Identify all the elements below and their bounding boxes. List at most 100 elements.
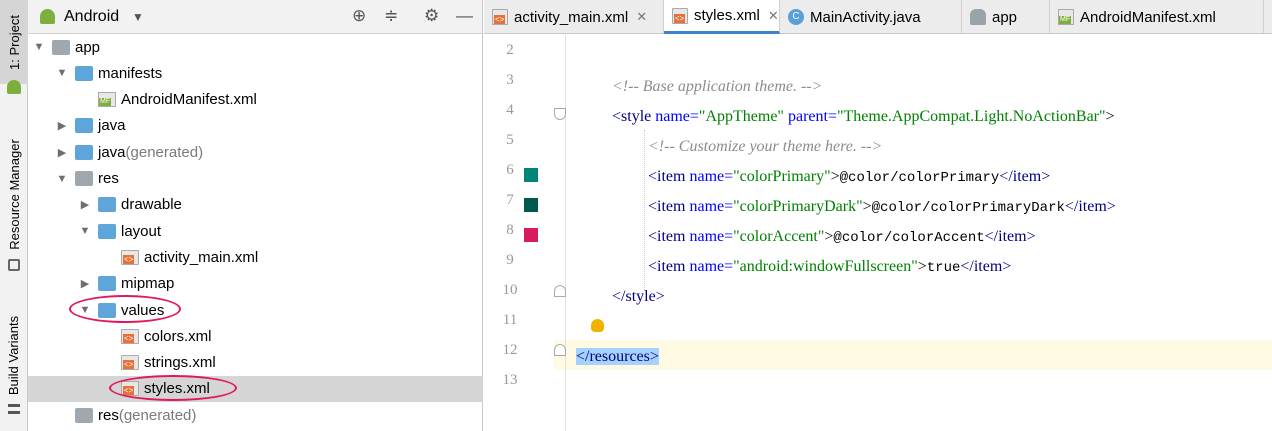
- tree-item[interactable]: AndroidManifest.xml: [28, 87, 483, 113]
- editor-tab-label: activity_main.xml: [514, 8, 629, 26]
- gear-icon[interactable]: ⚙: [424, 6, 439, 26]
- tree-item[interactable]: colors.xml: [28, 323, 483, 349]
- collapse-all-icon[interactable]: ≑: [384, 6, 398, 26]
- chevron-right-icon[interactable]: ▶: [78, 198, 92, 211]
- tree-item[interactable]: ▼ layout: [28, 218, 483, 244]
- tag-gt: >: [1105, 108, 1115, 125]
- tag-item-open: <item: [648, 258, 686, 275]
- code-line-9: <item name="android:windowFullscreen">tr…: [648, 252, 1011, 282]
- lightbulb-icon[interactable]: [591, 319, 604, 332]
- code-line-12: </resources>: [576, 342, 659, 372]
- project-tool-label: 1: Project: [6, 14, 22, 70]
- tool-window-strip: 1: Project Resource Manager Build Varian…: [0, 0, 28, 431]
- build-icon: [8, 404, 20, 414]
- attr-parent: parent=: [787, 108, 837, 125]
- xml-file-icon: [121, 355, 139, 371]
- attr-value: "colorPrimaryDark": [733, 198, 863, 215]
- project-tool-button[interactable]: 1: Project: [0, 0, 28, 84]
- color-swatch-icon[interactable]: [524, 168, 538, 182]
- minimize-icon[interactable]: —: [456, 6, 473, 26]
- chevron-down-icon[interactable]: ▼: [78, 225, 92, 237]
- tag-item-close: </item>: [999, 168, 1051, 185]
- res-folder-icon: [75, 407, 93, 423]
- fold-marker-style-close[interactable]: [554, 285, 566, 297]
- tree-item-label: activity_main.xml: [144, 248, 259, 266]
- attr-name: name=: [655, 108, 699, 125]
- editor-tab[interactable]: app: [962, 0, 1050, 34]
- editor-tab-bar: activity_main.xml ✕ styles.xml ✕ C MainActivi…: [484, 0, 1272, 34]
- chevron-down-icon[interactable]: ▼: [55, 67, 69, 79]
- fold-marker-style-open[interactable]: [554, 108, 566, 120]
- tree-item-suffix: (generated): [125, 143, 204, 161]
- tree-item-label: mipmap: [121, 275, 175, 293]
- xml-file-icon: [672, 7, 688, 24]
- code-view[interactable]: <!-- Base application theme. --> <style …: [576, 35, 1272, 431]
- attr-value: "android:windowFullscreen": [733, 258, 918, 275]
- editor-tab[interactable]: activity_main.xml ✕: [484, 0, 664, 34]
- tree-item[interactable]: strings.xml: [28, 350, 483, 376]
- chevron-down-icon[interactable]: ▼: [132, 10, 144, 24]
- color-swatch-icon[interactable]: [524, 198, 538, 212]
- tree-item[interactable]: ▶ drawable: [28, 192, 483, 218]
- tree-item[interactable]: ▼ res: [28, 166, 483, 192]
- tree-item[interactable]: styles.xml: [28, 375, 483, 402]
- locate-icon[interactable]: ⊕: [352, 6, 366, 26]
- editor-tab[interactable]: C MainActivity.java: [780, 0, 962, 34]
- tree-item[interactable]: ▶ java: [28, 113, 483, 139]
- tree-item[interactable]: activity_main.xml: [28, 244, 483, 270]
- line-number: 3: [506, 72, 514, 88]
- build-variants-label: Build Variants: [6, 315, 22, 395]
- line-number: 2: [506, 42, 514, 58]
- tree-item[interactable]: ▼ app: [28, 34, 483, 60]
- item-value: @color/colorPrimaryDark: [871, 200, 1065, 216]
- tag-resources-close: </resources>: [576, 348, 659, 365]
- tag-gt: >: [917, 258, 927, 275]
- fold-marker-resources[interactable]: [554, 344, 566, 356]
- tree-item[interactable]: ▶ java (generated): [28, 139, 483, 165]
- tree-item-label: manifests: [98, 64, 163, 82]
- editor-tab[interactable]: AndroidManifest.xml: [1050, 0, 1264, 34]
- close-icon[interactable]: ✕: [768, 8, 779, 24]
- chevron-right-icon[interactable]: ▶: [78, 277, 92, 290]
- line-number: 5: [506, 132, 514, 148]
- module-folder-icon: [52, 39, 70, 55]
- chevron-right-icon[interactable]: ▶: [55, 119, 69, 132]
- shapes-icon: [8, 259, 20, 271]
- class-icon: C: [788, 9, 804, 25]
- tag-style-close: </style>: [612, 288, 665, 305]
- android-icon: [7, 80, 21, 94]
- line-number: 12: [502, 342, 518, 358]
- code-line-3: <!-- Base application theme. -->: [612, 72, 822, 102]
- tree-item-label: drawable: [121, 196, 182, 214]
- tree-item-label: layout: [121, 222, 162, 240]
- tree-item[interactable]: ▼ manifests: [28, 60, 483, 86]
- generated-folder-icon: [75, 144, 93, 160]
- line-number: 13: [502, 372, 518, 388]
- close-icon[interactable]: ✕: [636, 9, 647, 25]
- attr-value: "colorAccent": [733, 228, 825, 245]
- item-value: @color/colorPrimary: [839, 170, 1000, 186]
- chevron-down-icon[interactable]: ▼: [32, 41, 46, 53]
- folder-icon: [98, 197, 116, 213]
- annotation-circle-styles: [109, 375, 237, 401]
- tree-item[interactable]: res (generated): [28, 402, 483, 428]
- editor-area: activity_main.xml ✕ styles.xml ✕ C MainActivi…: [484, 0, 1272, 431]
- resource-manager-tool-button[interactable]: Resource Manager: [0, 132, 28, 256]
- tag-item-close: </item>: [960, 258, 1012, 275]
- chevron-right-icon[interactable]: ▶: [55, 146, 69, 159]
- attr-value: "AppTheme": [698, 108, 784, 125]
- line-number-gutter: 2 3 4 5 6 7 8 9 10 11 12 13: [484, 35, 554, 431]
- view-selector[interactable]: Android: [64, 8, 119, 26]
- tag-style-open: <style: [612, 108, 652, 125]
- color-swatch-icon[interactable]: [524, 228, 538, 242]
- code-line-10: </style>: [612, 282, 665, 312]
- folder-icon: [98, 223, 116, 239]
- editor-tab-label: AndroidManifest.xml: [1080, 8, 1216, 26]
- build-variants-tool-button[interactable]: Build Variants: [0, 310, 28, 400]
- line-number: 10: [502, 282, 518, 298]
- chevron-down-icon[interactable]: ▼: [55, 173, 69, 185]
- editor-tab[interactable]: styles.xml ✕: [664, 0, 780, 34]
- tree-item-label: res: [98, 406, 119, 424]
- tree-item[interactable]: ▶ mipmap: [28, 271, 483, 297]
- line-number: 4: [506, 102, 514, 118]
